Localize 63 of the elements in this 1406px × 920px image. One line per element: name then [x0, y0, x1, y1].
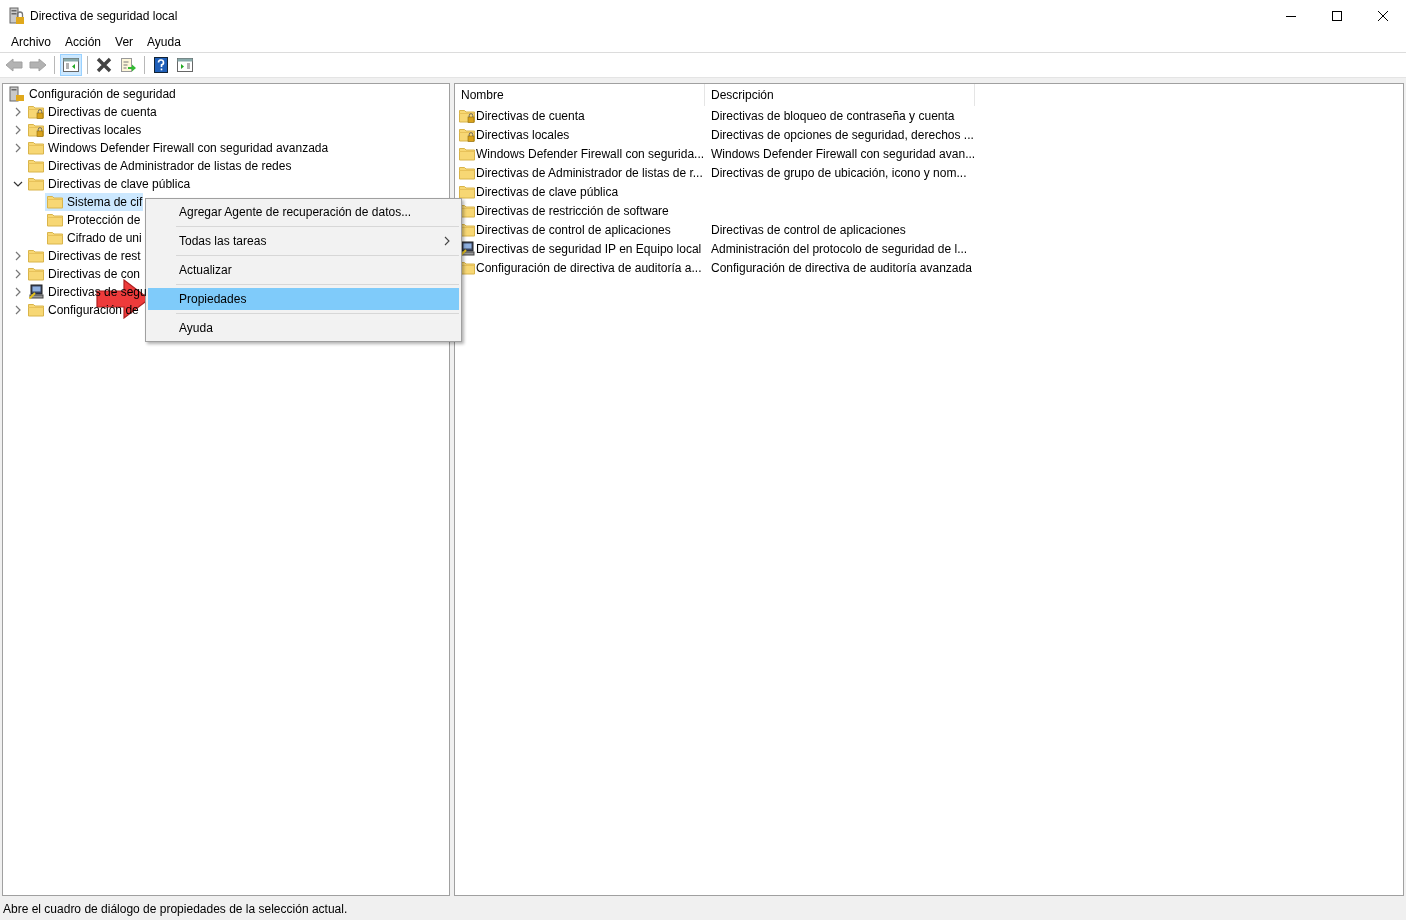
tree-item[interactable]: Directivas de con: [26, 265, 142, 283]
tree-item[interactable]: Configuración de seguridad: [3, 85, 176, 103]
tree-toggle-button[interactable]: [60, 54, 82, 76]
tree-item[interactable]: Configuración de: [26, 301, 140, 319]
list-item[interactable]: Directivas de clave pública: [476, 184, 619, 199]
list-item[interactable]: Directivas de control de aplicaciones: [476, 222, 671, 237]
menu-item[interactable]: Acción: [58, 34, 109, 49]
column-header[interactable]: Nombre: [455, 84, 705, 106]
list-item[interactable]: Windows Defender Firewall con segurida...: [476, 146, 705, 161]
menu-item[interactable]: Ayuda: [140, 34, 188, 49]
description-cell-text: Administración del protocolo de seguridad de l...: [710, 241, 968, 256]
folder-icon: [28, 159, 44, 173]
description-cell-text: Directivas de grupo de ubicación, icono y nom...: [710, 165, 967, 180]
tree-item[interactable]: Directivas locales: [26, 121, 143, 139]
description-cell-text: Directivas de bloqueo de contraseña y cuenta: [710, 108, 955, 123]
status-bar: Abre el cuadro de diálogo de propiedades de la selección actual.: [0, 898, 1406, 920]
folder-icon: [28, 267, 44, 281]
maximize-icon: [1332, 10, 1342, 21]
close-icon: [1378, 10, 1388, 21]
tree-item[interactable]: Sistema de cif: [45, 193, 144, 211]
locked-folder-icon: [28, 105, 44, 119]
folder-icon: [28, 177, 44, 191]
folder-icon: [459, 165, 475, 180]
description-cell-text: Directivas de opciones de seguridad, derechos ...: [710, 127, 974, 142]
locked-folder-icon: [459, 108, 475, 123]
locked-folder-icon: [459, 127, 475, 142]
column-header[interactable]: Descripción: [705, 84, 975, 106]
folder-icon: [47, 231, 63, 245]
list-item[interactable]: Directivas de cuenta: [476, 108, 585, 123]
computer-key-icon: [28, 284, 44, 300]
context-menu-item[interactable]: Propiedades: [148, 288, 459, 310]
folder-icon: [28, 141, 44, 155]
folder-icon: [28, 303, 44, 317]
tree-item[interactable]: Directivas de rest: [26, 247, 142, 265]
context-menu-item[interactable]: Actualizar: [148, 259, 459, 281]
folder-icon: [459, 184, 475, 199]
tree-item[interactable]: Directivas de Administrador de listas de redes: [26, 157, 293, 175]
folder-icon: [47, 195, 63, 209]
context-menu-item[interactable]: Agregar Agente de recuperación de datos...: [148, 201, 459, 223]
tree-item[interactable]: Directivas de clave pública: [26, 175, 192, 193]
menu-item[interactable]: Archivo: [4, 34, 58, 49]
list-item[interactable]: Directivas de restricción de software: [476, 203, 669, 218]
tree-item[interactable]: Cifrado de uni: [45, 229, 143, 247]
list-item[interactable]: Directivas locales: [476, 127, 570, 142]
policy-icon: [9, 86, 25, 102]
description-cell-text: Directivas de control de aplicaciones: [710, 222, 906, 237]
locked-folder-icon: [28, 123, 44, 137]
list-item[interactable]: Configuración de directiva de auditoría a...: [476, 260, 702, 275]
description-cell-text: Configuración de directiva de auditoría avanzada: [710, 260, 972, 275]
folder-icon: [28, 249, 44, 263]
policy-icon: [9, 6, 25, 25]
window-title: Directiva de seguridad local: [30, 8, 178, 23]
context-menu-item[interactable]: Todas las tareas: [148, 230, 459, 252]
folder-icon: [459, 146, 475, 161]
tree-item[interactable]: Windows Defender Firewall con seguridad avanzada: [26, 139, 330, 157]
folder-icon: [47, 213, 63, 227]
description-cell-text: Windows Defender Firewall con seguridad avan...: [710, 146, 976, 161]
list-item[interactable]: Directivas de Administrador de listas de r...: [476, 165, 703, 180]
menu-item[interactable]: Ver: [108, 34, 141, 49]
tree-item[interactable]: Protección de: [45, 211, 142, 229]
context-menu-item[interactable]: Ayuda: [148, 317, 459, 339]
list-item[interactable]: Directivas de seguridad IP en Equipo local: [476, 241, 702, 256]
tree-item[interactable]: Directivas de cuenta: [26, 103, 158, 121]
